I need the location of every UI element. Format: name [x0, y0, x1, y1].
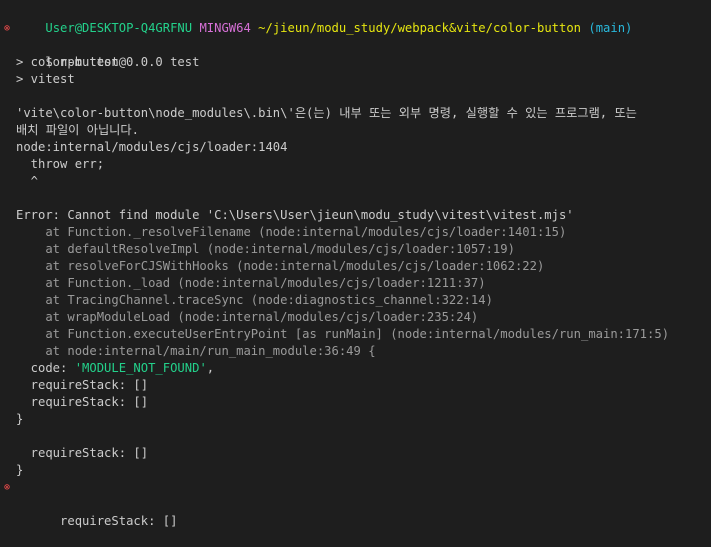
stack-trace-line: at wrapModuleLoad (node:internal/modules…: [16, 310, 479, 324]
stack-trace-line: at node:internal/main/run_main_module:36…: [16, 344, 376, 358]
stack-trace-line: at Function.executeUserEntryPoint [as ru…: [16, 327, 670, 341]
prompt-line: User@DESKTOP-Q4GRFNU MINGW64 ~/jieun/mod…: [0, 3, 711, 35]
terminal-output[interactable]: User@DESKTOP-Q4GRFNU MINGW64 ~/jieun/mod…: [0, 0, 711, 528]
error-location: node:internal/modules/cjs/loader:1404: [16, 140, 288, 154]
throw-line: throw err;: [16, 157, 105, 171]
error-status-icon[interactable]: ⊗: [2, 479, 12, 496]
error-message-line: 배치 파일이 아닙니다.: [16, 123, 139, 137]
caret-line: ^: [16, 174, 39, 188]
npm-script-line: > color-button@0.0.0 test: [16, 55, 200, 69]
stack-trace-line: at defaultResolveImpl (node:internal/mod…: [16, 242, 515, 256]
stack-trace-line: at TracingChannel.traceSync (node:diagno…: [16, 293, 493, 307]
require-stack-line: requireStack: []: [16, 378, 149, 392]
error-message-line: 'vite\color-button\node_modules\.bin\'은(…: [16, 106, 637, 120]
stack-trace-line: at Function._load (node:internal/modules…: [16, 276, 486, 290]
require-stack-line: requireStack: []: [16, 395, 149, 409]
command-line: ⊗ $ npm test: [0, 20, 711, 69]
stack-trace-line: at Function._resolveFilename (node:inter…: [16, 225, 567, 239]
error-status-icon[interactable]: ⊗: [2, 20, 12, 37]
require-stack-line: ⊗ requireStack: []: [0, 479, 711, 528]
close-brace-line: }: [16, 412, 24, 426]
npm-script-line: > vitest: [16, 72, 75, 86]
error-code-value: 'MODULE_NOT_FOUND': [74, 361, 207, 375]
close-brace-line: }: [16, 463, 24, 477]
error-line: Error: Cannot find module 'C:\Users\User…: [16, 208, 574, 222]
require-stack-line: requireStack: []: [16, 446, 149, 460]
error-code-line: code: 'MODULE_NOT_FOUND',: [16, 361, 215, 375]
stack-trace-line: at resolveForCJSWithHooks (node:internal…: [16, 259, 545, 273]
